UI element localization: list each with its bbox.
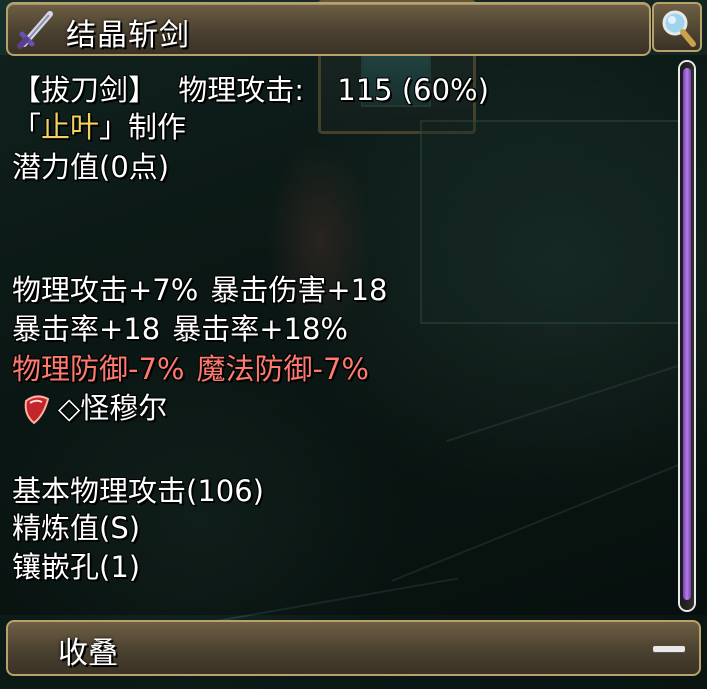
bonus-stat: 暴击率+18%	[172, 312, 348, 346]
maker-open: 「	[12, 110, 42, 144]
maker-close: 」制作	[99, 110, 187, 144]
attack-colon: :	[294, 73, 305, 107]
maker-name: 止叶	[41, 110, 100, 144]
bonus-line-2: 暴击率+18 暴击率+18%	[12, 311, 348, 347]
refine-line: 精炼值(S)	[12, 511, 141, 545]
weapon-type: 【拔刀剑】	[12, 73, 158, 107]
attack-value: 115 (60%)	[337, 73, 489, 107]
attack-label: 物理攻击	[178, 73, 295, 107]
sword-icon	[16, 8, 56, 50]
magnifier-button[interactable]	[652, 2, 702, 52]
base-attack-line: 基本物理攻击(106)	[12, 474, 264, 508]
gem-label: ◇怪穆尔	[58, 391, 168, 425]
item-title-bar: 结晶斩剑	[6, 2, 651, 56]
penalty-stat: 魔法防御-7%	[196, 352, 369, 386]
minus-icon[interactable]	[653, 646, 685, 652]
penalty-line: 物理防御-7% 魔法防御-7%	[12, 351, 369, 387]
bonus-stat: 物理攻击+7%	[12, 273, 199, 307]
bonus-line-1: 物理攻击+7% 暴击伤害+18	[12, 272, 388, 308]
penalty-stat: 物理防御-7%	[12, 352, 185, 386]
maker-line: 「止叶」制作	[12, 109, 186, 145]
red-gem-icon	[18, 391, 54, 427]
bonus-stat: 暴击伤害+18	[210, 273, 388, 307]
item-name: 结晶斩剑	[66, 18, 190, 53]
bonus-stat: 暴击率+18	[12, 312, 161, 346]
scrollbar-thumb[interactable]	[683, 68, 691, 600]
collapse-bar[interactable]: 收叠	[6, 620, 701, 676]
collapse-label[interactable]: 收叠	[58, 628, 118, 672]
socket-line: 镶嵌孔(1)	[12, 550, 141, 584]
weapon-attack-line: 【拔刀剑】 物理攻击: 115 (60%)	[12, 72, 489, 108]
tooltip-scrollbar[interactable]	[680, 62, 694, 610]
potential-line: 潜力值(0点)	[12, 150, 170, 184]
